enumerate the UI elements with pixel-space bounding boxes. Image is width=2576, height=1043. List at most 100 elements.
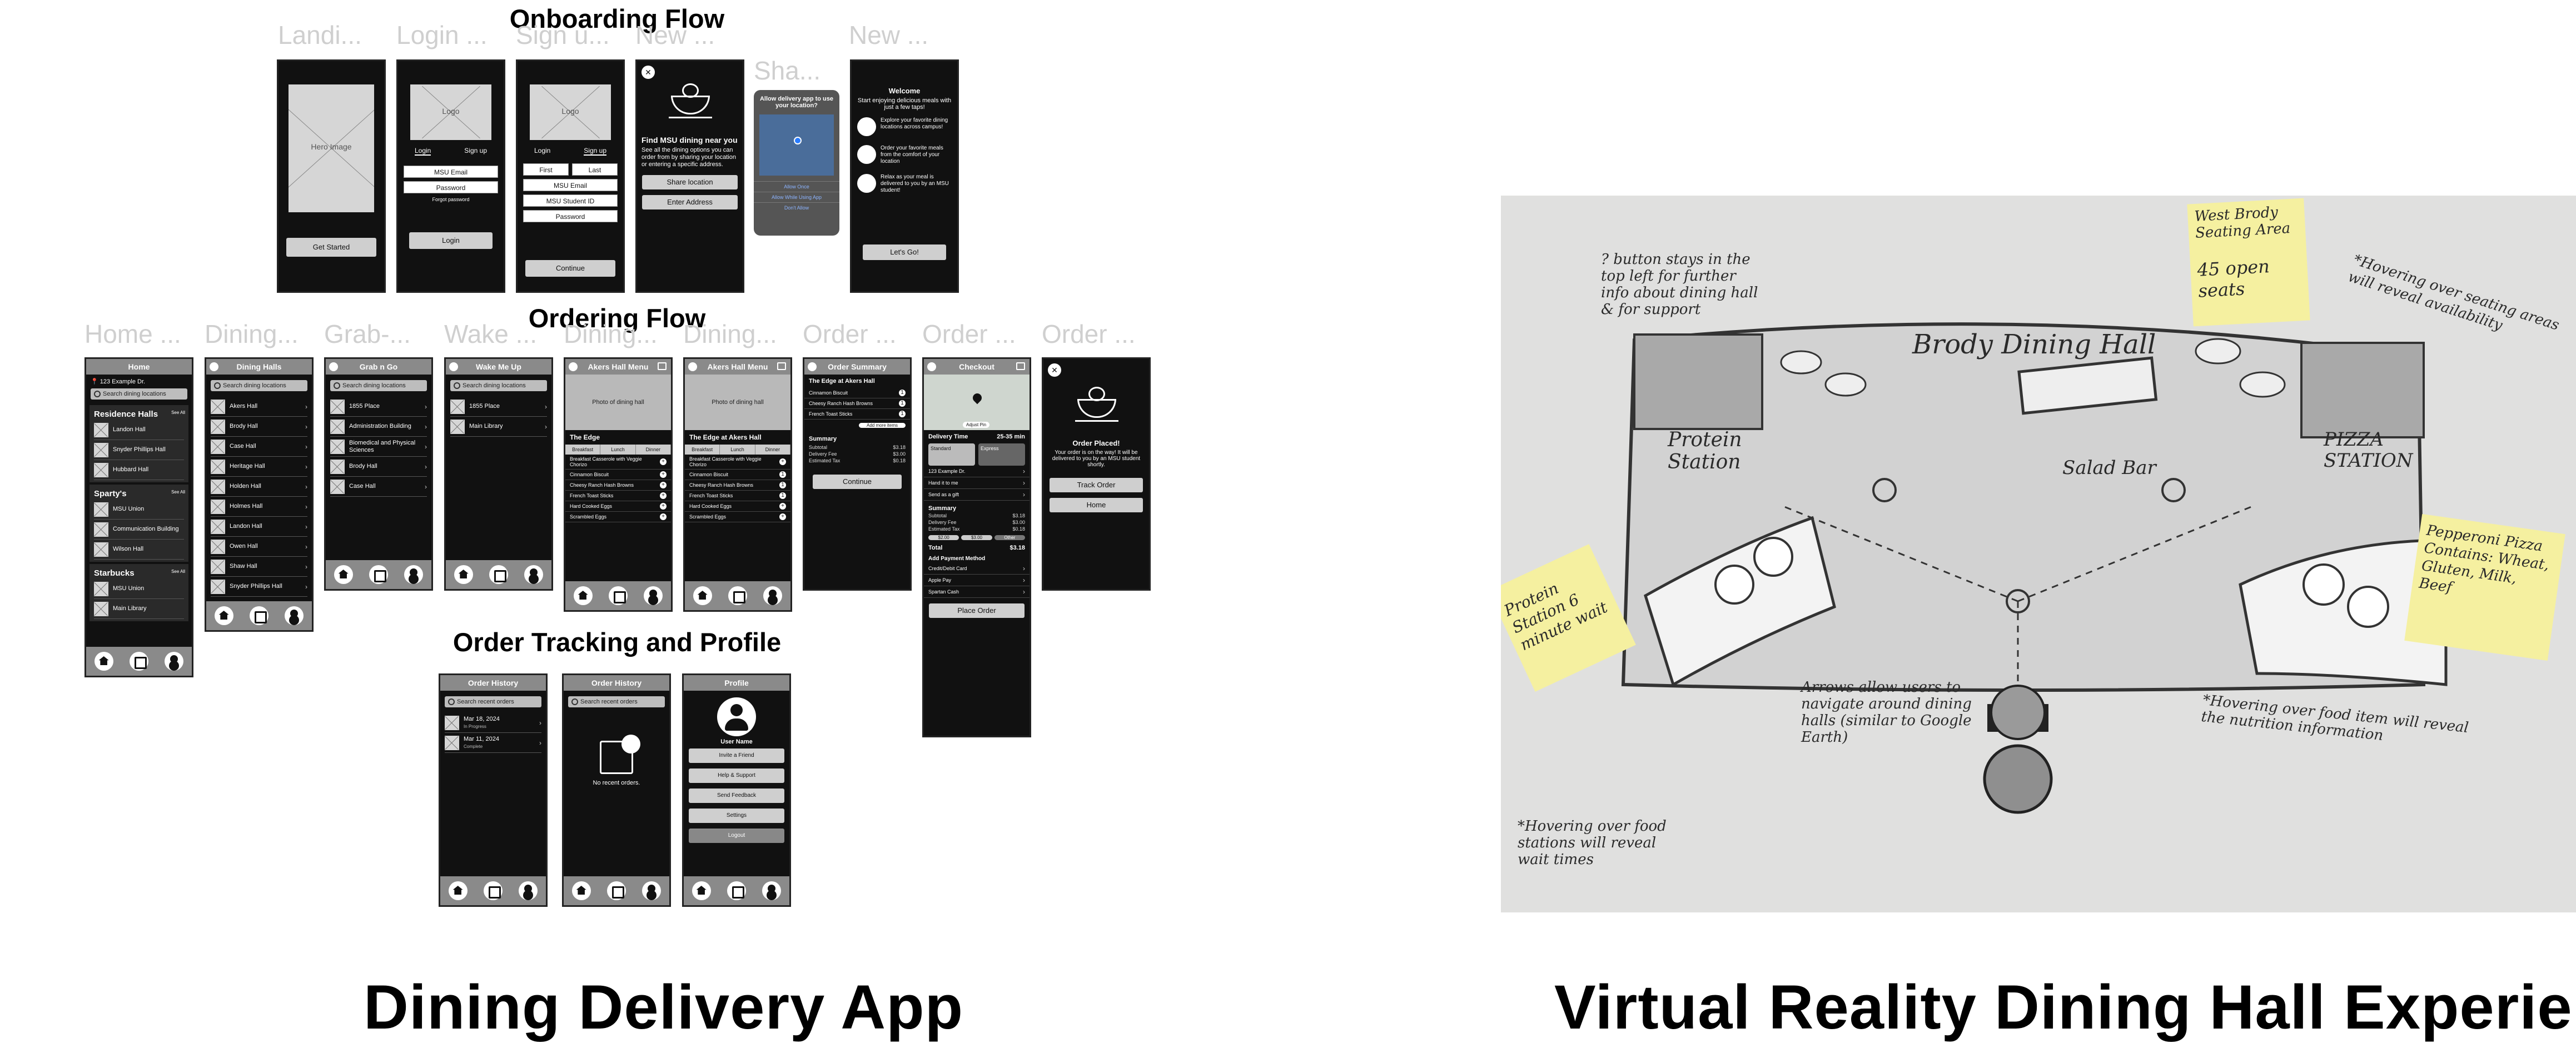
home-icon[interactable] — [571, 881, 591, 900]
tab-breakfast[interactable]: Breakfast — [685, 445, 720, 455]
tip-option[interactable]: $2.00 — [928, 535, 959, 540]
list-item[interactable]: Owen Hall › — [211, 537, 307, 557]
allow-while-option[interactable]: Allow While Using App — [754, 192, 839, 202]
password-field[interactable]: Password — [404, 181, 498, 193]
payment-option[interactable]: Apple Pay › — [924, 575, 1030, 586]
payment-option[interactable]: Spartan Cash › — [924, 586, 1030, 598]
orders-icon[interactable] — [489, 565, 508, 584]
help-support-button[interactable]: Help & Support — [689, 768, 784, 783]
see-all-link[interactable]: See All — [171, 569, 185, 574]
address-pin[interactable]: 📍 123 Example Dr. — [91, 378, 187, 385]
list-item[interactable]: Shaw Hall › — [211, 557, 307, 577]
home-button[interactable]: Home — [1050, 498, 1143, 512]
list-item[interactable]: Landon Hall › — [211, 517, 307, 537]
list-item[interactable]: Biomedical and Physical Sciences › — [330, 437, 427, 457]
menu-item[interactable]: Breakfast Casserole with Veggie Chorizo + — [685, 455, 790, 470]
tab-signup[interactable]: Sign up — [584, 147, 606, 156]
menu-item[interactable]: French Toast Sticks + — [565, 491, 671, 501]
email-field[interactable]: MSU Email — [404, 166, 498, 178]
profile-icon[interactable] — [642, 881, 662, 900]
profile-icon[interactable] — [519, 881, 538, 900]
tab-dinner[interactable]: Dinner — [755, 445, 790, 455]
list-item[interactable]: Snyder Phillips Hall › — [211, 577, 307, 597]
tab-login[interactable]: Login — [414, 147, 431, 156]
orders-icon[interactable] — [483, 881, 503, 900]
menu-item[interactable]: French Toast Sticks 1 — [685, 491, 790, 501]
profile-icon[interactable] — [285, 606, 304, 625]
orders-icon[interactable] — [608, 586, 628, 605]
place-order-button[interactable]: Place Order — [929, 603, 1025, 618]
menu-item[interactable]: Cheesy Ranch Hash Browns + — [565, 480, 671, 491]
back-icon[interactable] — [329, 362, 338, 371]
allow-once-option[interactable]: Allow Once — [754, 181, 839, 192]
share-location-button[interactable]: Share location — [642, 175, 738, 189]
list-item[interactable]: 1855 Place › — [330, 397, 427, 417]
continue-button[interactable]: Continue — [813, 475, 902, 489]
order-row[interactable]: Mar 11, 2024 Complete › — [445, 733, 541, 753]
menu-item[interactable]: Cinnamon Biscuit + — [565, 470, 671, 480]
search-input[interactable]: Search recent orders — [445, 696, 541, 707]
last-name-field[interactable]: Last — [572, 163, 618, 176]
back-icon[interactable] — [808, 362, 817, 371]
tab-lunch[interactable]: Lunch — [600, 445, 636, 455]
menu-item[interactable]: Scrambled Eggs + — [565, 512, 671, 522]
tab-breakfast[interactable]: Breakfast — [565, 445, 601, 455]
close-icon[interactable]: ✕ — [1048, 363, 1061, 377]
tab-lunch[interactable]: Lunch — [720, 445, 755, 455]
cart-item[interactable]: Cinnamon Biscuit 1 — [804, 388, 910, 398]
menu-item[interactable]: Hard Cooked Eggs + — [685, 501, 790, 512]
list-item[interactable]: Hubbard Hall — [94, 460, 184, 480]
cart-item[interactable]: French Toast Sticks 1 — [804, 409, 910, 420]
list-item[interactable]: Case Hall › — [211, 437, 307, 457]
invite-friend-button[interactable]: Invite a Friend — [689, 748, 784, 763]
profile-icon[interactable] — [524, 565, 544, 584]
back-icon[interactable] — [210, 362, 218, 371]
home-icon[interactable] — [454, 565, 473, 584]
back-icon[interactable] — [449, 362, 458, 371]
tab-dinner[interactable]: Dinner — [636, 445, 671, 455]
list-item[interactable]: Main Library — [94, 599, 184, 619]
orders-icon[interactable] — [606, 881, 626, 900]
track-order-button[interactable]: Track Order — [1050, 478, 1143, 492]
list-item[interactable]: Snyder Phillips Hall — [94, 440, 184, 460]
gift-row[interactable]: Send as a gift › — [924, 489, 1030, 501]
email-field[interactable]: MSU Email — [523, 179, 618, 191]
list-item[interactable]: MSU Union — [94, 500, 184, 520]
address-row[interactable]: 123 Example Dr. › — [924, 466, 1030, 477]
adjust-pin-button[interactable]: Adjust Pin — [963, 422, 990, 428]
profile-icon[interactable] — [644, 586, 663, 605]
home-icon[interactable] — [693, 586, 712, 605]
get-started-button[interactable]: Get Started — [286, 238, 376, 257]
lets-go-button[interactable]: Let's Go! — [863, 244, 946, 260]
list-item[interactable]: Case Hall › — [330, 477, 427, 497]
cart-icon[interactable] — [1016, 362, 1025, 370]
orders-icon[interactable] — [129, 652, 148, 671]
see-all-link[interactable]: See All — [171, 410, 185, 415]
home-icon[interactable] — [448, 881, 468, 900]
profile-icon[interactable] — [165, 652, 184, 671]
list-item[interactable]: Heritage Hall › — [211, 457, 307, 477]
list-item[interactable]: Administration Building › — [330, 417, 427, 437]
first-name-field[interactable]: First — [523, 163, 569, 176]
back-icon[interactable] — [569, 362, 578, 371]
standard-option[interactable]: Standard — [928, 443, 975, 466]
forgot-password-link[interactable]: Forgot password — [398, 197, 504, 202]
menu-item[interactable]: Cinnamon Biscuit 1 — [685, 470, 790, 480]
search-input[interactable]: Search dining locations — [211, 380, 307, 391]
list-item[interactable]: Holden Hall › — [211, 477, 307, 497]
list-item[interactable]: Brody Hall › — [211, 417, 307, 437]
logout-button[interactable]: Logout — [689, 829, 784, 843]
menu-item[interactable]: Scrambled Eggs + — [685, 512, 790, 522]
tab-signup[interactable]: Sign up — [464, 147, 487, 156]
home-icon[interactable] — [334, 565, 353, 584]
list-item[interactable]: Brody Hall › — [330, 457, 427, 477]
orders-icon[interactable] — [727, 881, 746, 900]
close-icon[interactable]: ✕ — [641, 66, 655, 79]
menu-item[interactable]: Breakfast Casserole with Veggie Chorizo + — [565, 455, 671, 470]
profile-icon[interactable] — [762, 881, 782, 900]
list-item[interactable]: MSU Union — [94, 579, 184, 599]
order-row[interactable]: Mar 18, 2024 In Progress › — [445, 713, 541, 733]
tip-option[interactable]: Other — [994, 535, 1025, 540]
orders-icon[interactable] — [728, 586, 747, 605]
search-input[interactable]: Search dining locations — [450, 380, 547, 391]
